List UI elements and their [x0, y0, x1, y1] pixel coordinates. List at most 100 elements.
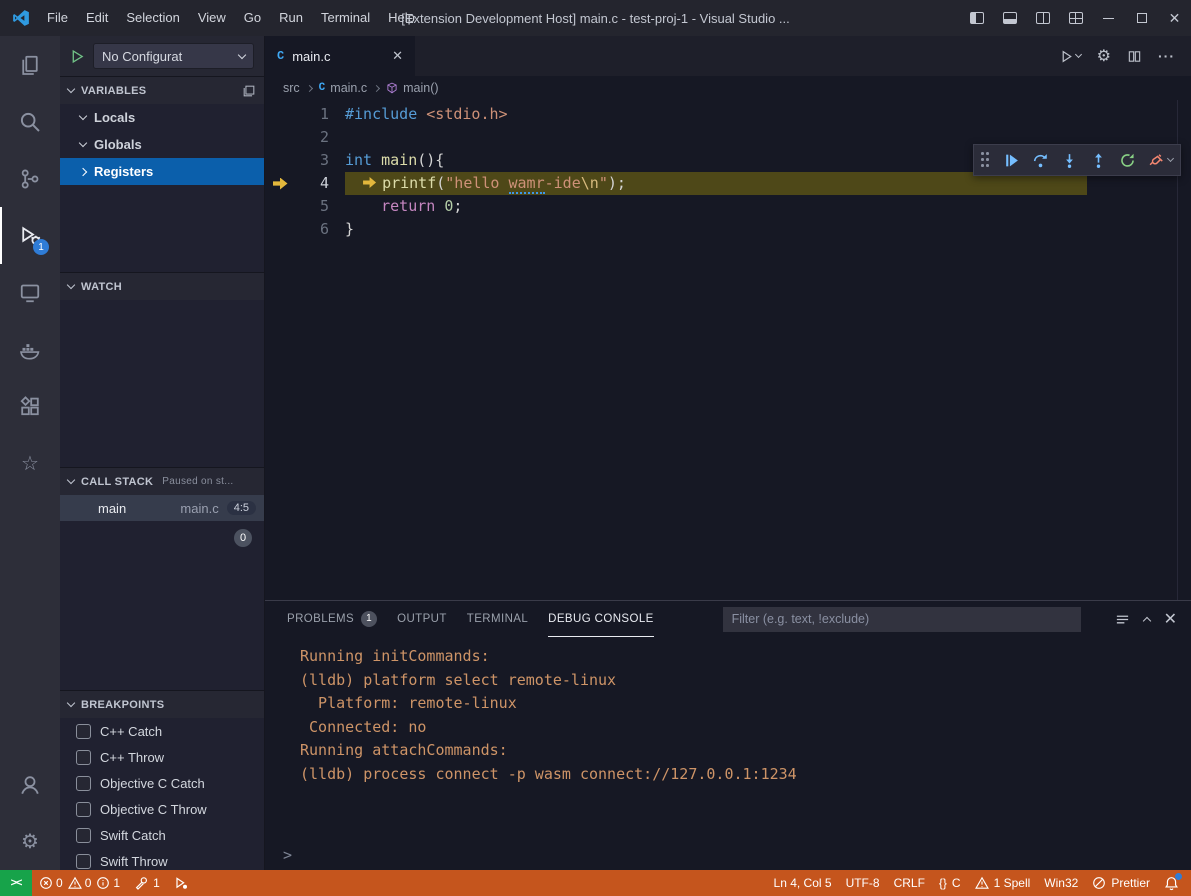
call-stack-section-header[interactable]: CALL STACK Paused on st... — [60, 468, 264, 495]
problems-status[interactable]: 0 0 1 — [32, 870, 127, 896]
panel-tab-output[interactable]: OUTPUT — [397, 601, 447, 637]
titlebar: FileEditSelectionViewGoRunTerminalHelp [… — [0, 0, 1191, 36]
breadcrumb-symbol[interactable]: main() — [386, 81, 438, 95]
breakpoint-item[interactable]: C++ Catch — [60, 718, 264, 744]
run-and-debug-icon[interactable]: 1 — [0, 207, 60, 264]
checkbox-icon[interactable] — [76, 750, 91, 765]
close-panel-icon[interactable]: ✕ — [1164, 609, 1177, 629]
run-file-button[interactable] — [1059, 49, 1081, 64]
variables-body: LocalsGlobalsRegisters — [60, 104, 264, 272]
breakpoint-item[interactable]: Objective C Throw — [60, 796, 264, 822]
spell-checker-status[interactable]: 1 Spell — [968, 870, 1038, 896]
watch-section-header[interactable]: WATCH — [60, 273, 264, 300]
menu-run[interactable]: Run — [270, 0, 312, 36]
breakpoint-item[interactable]: Swift Throw — [60, 848, 264, 870]
editor-actions: ⚙ ··· — [1059, 36, 1191, 76]
platform-indicator[interactable]: Win32 — [1037, 870, 1085, 896]
cursor-position[interactable]: Ln 4, Col 5 — [767, 870, 839, 896]
debug-config-dropdown[interactable]: No Configurat — [93, 43, 254, 69]
disconnect-icon[interactable] — [1143, 147, 1169, 173]
more-actions-icon[interactable]: ··· — [1158, 48, 1175, 64]
remote-icon: >< — [11, 877, 22, 889]
breadcrumb-file[interactable]: C main.c — [319, 81, 367, 95]
checkbox-icon[interactable] — [76, 854, 91, 869]
breakpoint-item[interactable]: Objective C Catch — [60, 770, 264, 796]
remote-explorer-icon[interactable] — [0, 264, 60, 321]
maximize-panel-icon[interactable] — [1144, 614, 1150, 624]
variables-item-registers[interactable]: Registers — [60, 158, 264, 185]
output-options-icon[interactable] — [1115, 612, 1130, 627]
remote-indicator-button[interactable]: >< — [0, 870, 32, 896]
checkbox-icon[interactable] — [76, 828, 91, 843]
stack-frame-row[interactable]: main main.c 4:5 — [60, 495, 264, 521]
debug-status-icon[interactable] — [167, 870, 195, 896]
variables-item-globals[interactable]: Globals — [60, 131, 264, 158]
tab-label: main.c — [292, 49, 330, 64]
drag-handle-icon[interactable] — [981, 152, 991, 168]
restart-icon[interactable] — [1114, 147, 1140, 173]
menu-go[interactable]: Go — [235, 0, 270, 36]
minimize-button[interactable] — [1092, 0, 1125, 36]
toggle-panel-icon[interactable] — [993, 0, 1026, 36]
close-tab-icon[interactable]: ✕ — [392, 48, 403, 64]
star-icon[interactable]: ☆ — [0, 435, 60, 492]
code-line[interactable]: 1#include <stdio.h> — [265, 103, 1191, 126]
toggle-sidebar-icon[interactable] — [960, 0, 993, 36]
breakpoint-item[interactable]: C++ Throw — [60, 744, 264, 770]
code-line[interactable]: 6} — [265, 218, 1191, 241]
split-editor-icon[interactable] — [1127, 49, 1142, 64]
eol-indicator[interactable]: CRLF — [887, 870, 932, 896]
editor-settings-gear-icon[interactable]: ⚙ — [1097, 46, 1111, 66]
toggle-secondary-sidebar-icon[interactable] — [1026, 0, 1059, 36]
docker-icon[interactable] — [0, 321, 60, 378]
code-content: int main(){ — [329, 149, 444, 172]
extensions-icon[interactable] — [0, 378, 60, 435]
debug-console-output[interactable]: Running initCommands:(lldb) platform sel… — [265, 637, 1191, 840]
breadcrumb-folder[interactable]: src — [283, 81, 300, 95]
tab-main-c[interactable]: C main.c ✕ — [265, 36, 415, 76]
language-mode[interactable]: {} C — [932, 870, 968, 896]
breakpoint-item[interactable]: Swift Catch — [60, 822, 264, 848]
checkbox-icon[interactable] — [76, 776, 91, 791]
variables-section-header[interactable]: VARIABLES — [60, 77, 264, 104]
tool-status[interactable]: 1 — [127, 870, 167, 896]
variables-item-locals[interactable]: Locals — [60, 104, 264, 131]
source-control-icon[interactable] — [0, 150, 60, 207]
start-debug-icon[interactable] — [70, 49, 85, 64]
menu-file[interactable]: File — [38, 0, 77, 36]
close-button[interactable]: ✕ — [1158, 0, 1191, 36]
panel-tab-terminal[interactable]: TERMINAL — [467, 601, 528, 637]
step-into-icon[interactable] — [1056, 147, 1082, 173]
panel-tab-problems[interactable]: PROBLEMS1 — [287, 601, 377, 637]
console-filter-input[interactable] — [723, 607, 1081, 632]
line-number: 5 — [295, 195, 329, 218]
customize-layout-icon[interactable] — [1059, 0, 1092, 36]
maximize-button[interactable] — [1125, 0, 1158, 36]
call-stack-title: CALL STACK — [81, 476, 153, 488]
breakpoints-section-header[interactable]: BREAKPOINTS — [60, 691, 264, 718]
menu-selection[interactable]: Selection — [117, 0, 188, 36]
panel-tab-label: PROBLEMS — [287, 613, 354, 625]
checkbox-icon[interactable] — [76, 724, 91, 739]
search-icon[interactable] — [0, 93, 60, 150]
code-line[interactable]: 5 return 0; — [265, 195, 1191, 218]
menu-terminal[interactable]: Terminal — [312, 0, 379, 36]
panel-tab-debug-console[interactable]: DEBUG CONSOLE — [548, 601, 654, 637]
encoding-indicator[interactable]: UTF-8 — [839, 870, 887, 896]
notifications-bell[interactable] — [1157, 870, 1191, 896]
console-line: Running attachCommands: — [300, 739, 1191, 763]
settings-gear-icon[interactable]: ⚙ — [0, 813, 60, 870]
status-right: Ln 4, Col 5 UTF-8 CRLF {} C 1 Spell Win3… — [767, 870, 1191, 896]
code-editor[interactable]: 1#include <stdio.h>23int main(){4 printf… — [265, 100, 1191, 600]
menu-view[interactable]: View — [189, 0, 235, 36]
debug-console-input[interactable]: > — [265, 840, 1191, 870]
menu-edit[interactable]: Edit — [77, 0, 117, 36]
step-out-icon[interactable] — [1085, 147, 1111, 173]
continue-icon[interactable] — [998, 147, 1024, 173]
formatter-status[interactable]: Prettier — [1085, 870, 1157, 896]
checkbox-icon[interactable] — [76, 802, 91, 817]
explorer-icon[interactable] — [0, 36, 60, 93]
open-panel-icon[interactable] — [242, 84, 256, 98]
account-icon[interactable] — [0, 756, 60, 813]
step-over-icon[interactable] — [1027, 147, 1053, 173]
